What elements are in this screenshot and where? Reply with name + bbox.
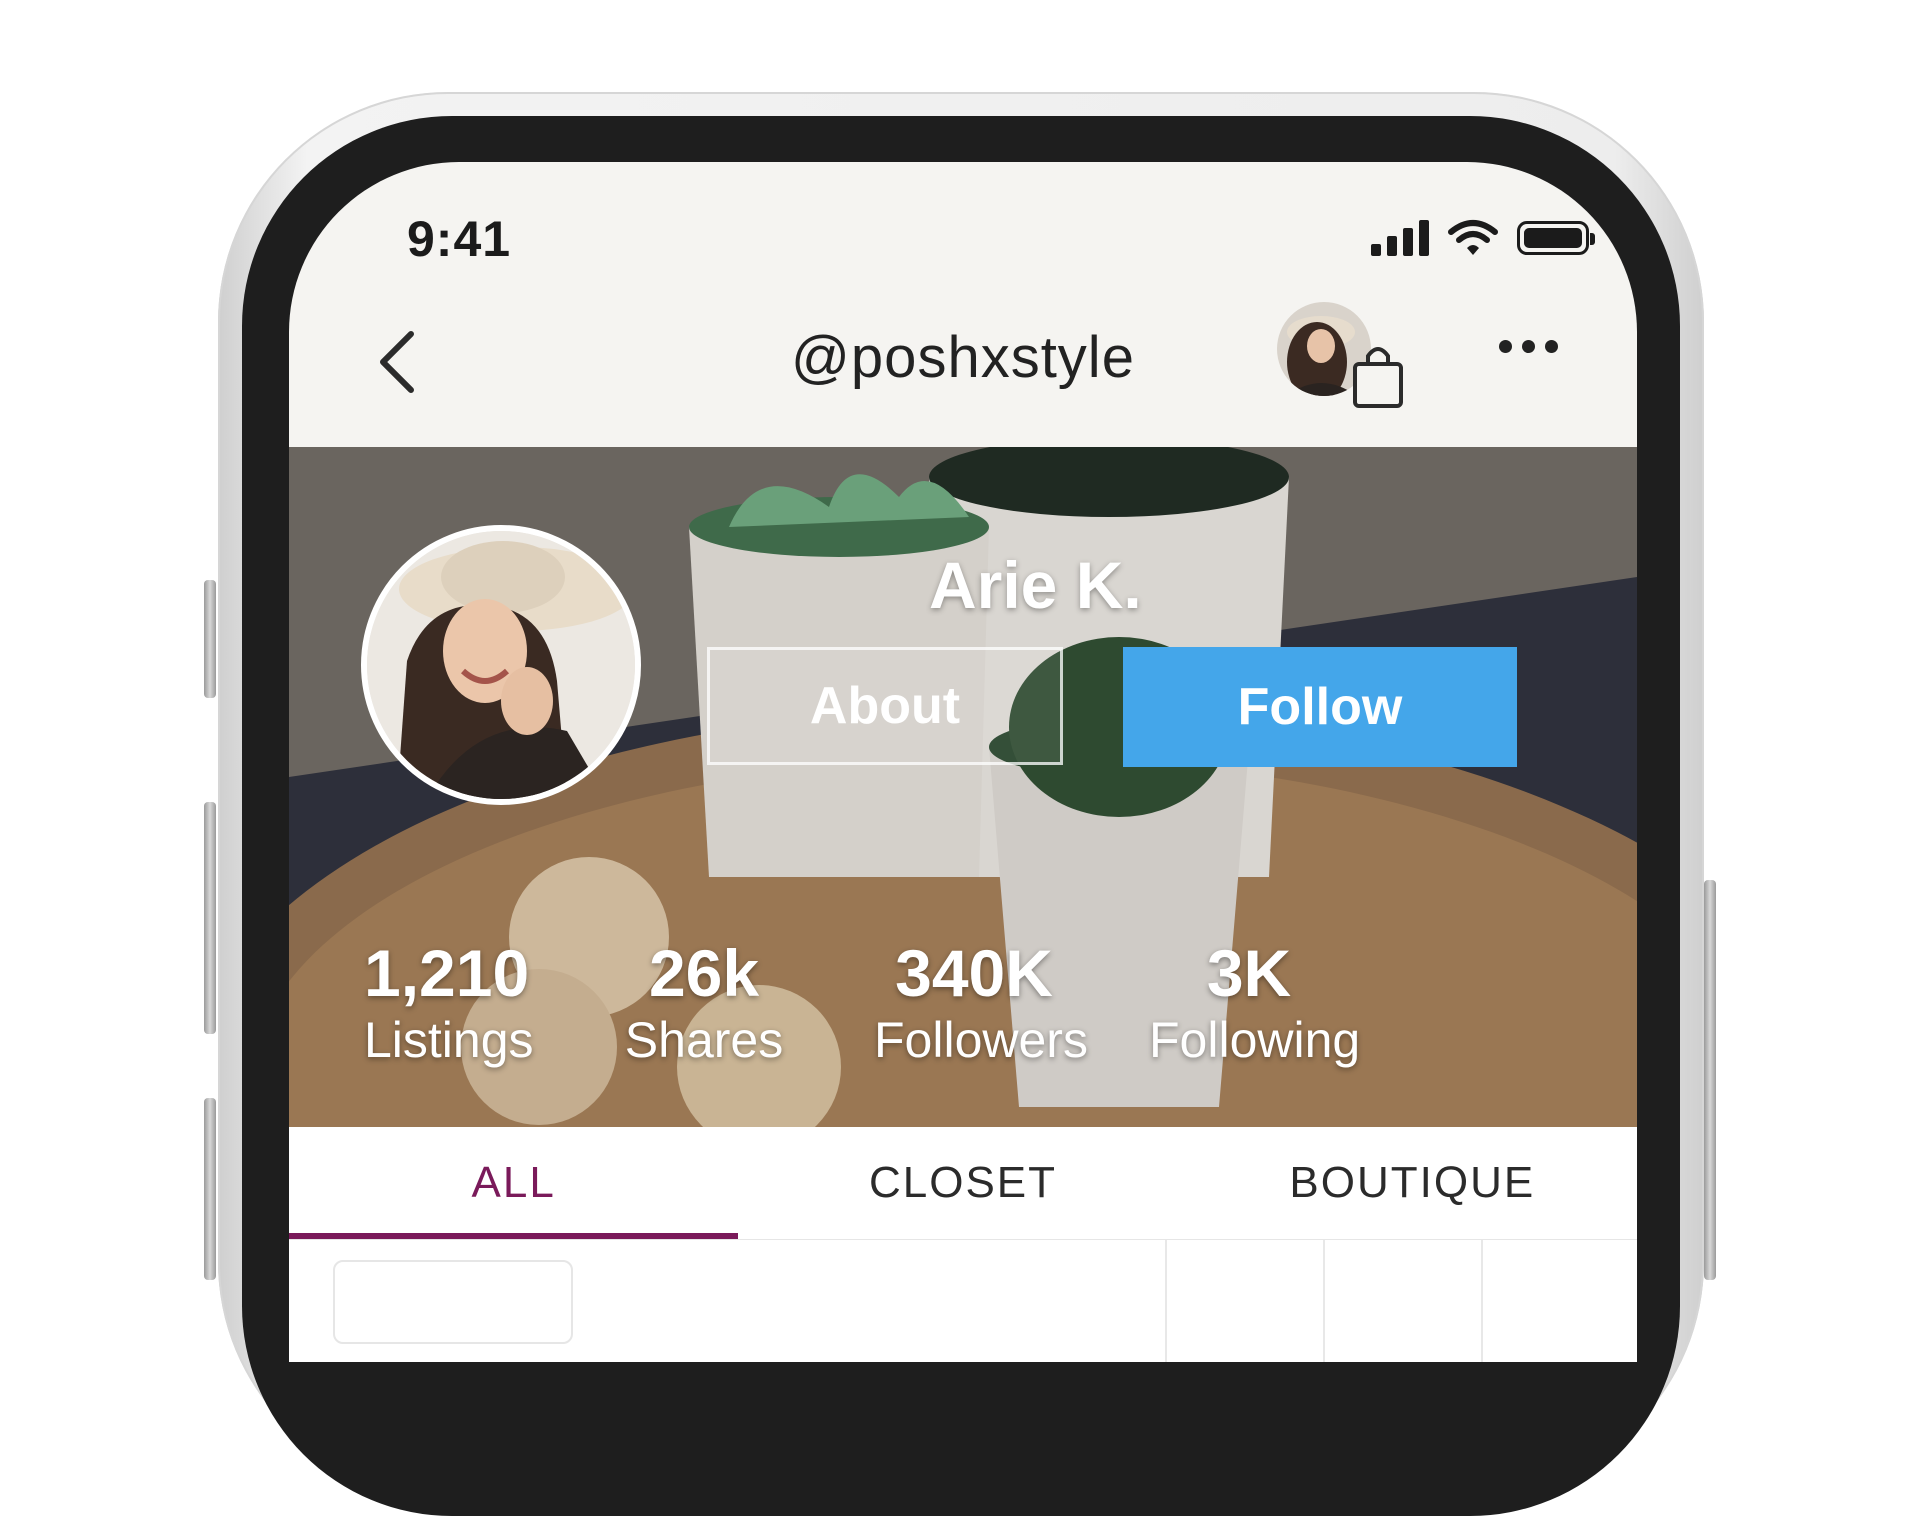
stat-value: 340K xyxy=(895,936,1053,1010)
profile-name: Arie K. xyxy=(929,548,1142,622)
stat-label: Followers xyxy=(874,1011,1088,1068)
divider xyxy=(1323,1240,1325,1362)
side-button-power xyxy=(1704,880,1716,1280)
side-button-mute xyxy=(204,580,216,698)
profile-tabs: ALL CLOSET BOUTIQUE xyxy=(289,1127,1637,1240)
profile-cover: Arie K. About Follow 1,210 Listings 26k … xyxy=(289,447,1637,1127)
wifi-icon xyxy=(1448,220,1498,255)
profile-avatar[interactable] xyxy=(361,525,641,805)
tab-all[interactable]: ALL xyxy=(289,1127,739,1239)
shopping-bag-icon[interactable] xyxy=(1347,340,1413,412)
page-title: @poshxstyle xyxy=(791,325,1135,390)
about-button[interactable]: About xyxy=(707,647,1063,765)
status-icons xyxy=(1371,218,1595,258)
stat-value: 3K xyxy=(1206,936,1292,1010)
phone-screen: 9:41 @poshxstyle Arie K. About Follow 1,… xyxy=(289,162,1637,1362)
divider xyxy=(1481,1240,1483,1362)
divider xyxy=(1165,1240,1167,1362)
side-button-volume-up xyxy=(204,802,216,1034)
stat-label: Shares xyxy=(624,1011,784,1068)
status-time: 9:41 xyxy=(407,211,512,267)
tab-boutique[interactable]: BOUTIQUE xyxy=(1188,1127,1637,1239)
stat-label: Following xyxy=(1149,1011,1361,1068)
stat-followers[interactable]: 340K Followers xyxy=(874,936,1088,1070)
stat-value: 26k xyxy=(648,936,760,1010)
stat-listings[interactable]: 1,210 Listings xyxy=(364,936,534,1070)
stat-label: Listings xyxy=(364,1011,534,1068)
filter-chip[interactable] xyxy=(333,1260,573,1344)
listing-area xyxy=(289,1240,1637,1362)
stat-following[interactable]: 3K Following xyxy=(1149,936,1361,1070)
stat-value: 1,210 xyxy=(364,936,530,1010)
more-icon[interactable] xyxy=(1499,340,1558,353)
battery-icon xyxy=(1517,221,1595,255)
tab-closet[interactable]: CLOSET xyxy=(738,1127,1187,1239)
follow-button[interactable]: Follow xyxy=(1123,647,1517,767)
side-button-volume-down xyxy=(204,1098,216,1280)
stat-shares[interactable]: 26k Shares xyxy=(624,937,784,1070)
signal-icon xyxy=(1371,220,1429,256)
